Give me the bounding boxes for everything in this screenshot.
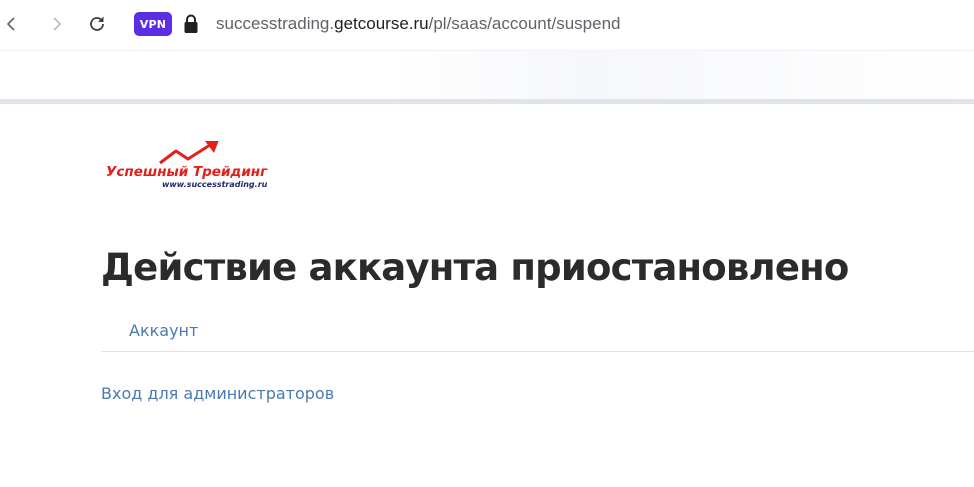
logo-title: Успешный Трейдинг [106,164,268,180]
page-title: Действие аккаунта приостановлено [101,246,849,289]
browser-address-bar: VPN successtrading.getcourse.ru/pl/saas/… [0,0,974,50]
logo-arrow-icon [159,143,211,165]
url-host: getcourse.ru [334,14,429,33]
lock-icon[interactable] [182,13,200,35]
header-divider [0,99,974,104]
url-prefix: successtrading. [216,14,335,33]
tab-account[interactable]: Аккаунт [129,320,198,342]
chevron-left-icon [6,17,15,31]
tab-divider [101,351,974,352]
bookmarks-bar [0,50,974,102]
admin-login-link[interactable]: Вход для администраторов [101,383,334,405]
forward-button[interactable] [44,12,68,36]
url-path: /pl/saas/account/suspend [428,14,621,33]
company-logo[interactable]: Успешный Трейдинг www.successtrading.ru [104,141,286,189]
vpn-badge[interactable]: VPN [134,12,172,36]
back-button[interactable] [0,12,24,36]
reload-button[interactable] [85,12,109,36]
chevron-right-icon [53,17,62,31]
logo-subtitle: www.successtrading.ru [162,180,268,189]
reload-icon [90,16,104,31]
url-field[interactable]: successtrading.getcourse.ru/pl/saas/acco… [216,13,620,35]
